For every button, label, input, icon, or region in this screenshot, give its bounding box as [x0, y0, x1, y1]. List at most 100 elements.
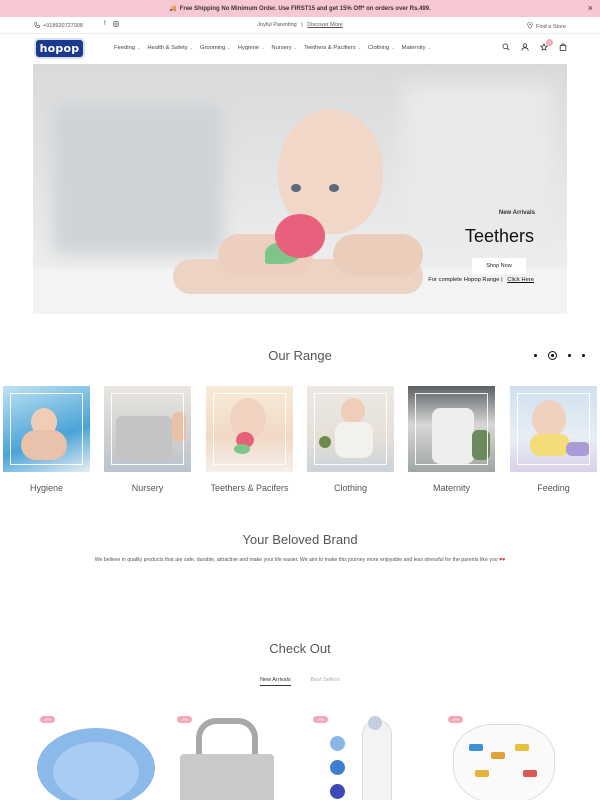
nav-feeding[interactable]: Feeding ⌄: [114, 45, 140, 51]
range-carousel: Hygiene Nursery Teethers & Pacifers Clot…: [3, 386, 600, 496]
chevron-down-icon: ⌄: [427, 45, 431, 50]
product-image-detail: [523, 770, 537, 777]
range-card-clothing[interactable]: Clothing: [307, 386, 394, 493]
location-pin-icon: [527, 21, 533, 31]
baby-eye: [291, 184, 301, 192]
hero-background-shape: [53, 104, 223, 254]
teether-image: [275, 214, 325, 258]
range-card-maternity[interactable]: Maternity: [408, 386, 495, 493]
main-header: hopop Feeding ⌄ Health & Safety ⌄ Grooming…: [0, 35, 600, 63]
range-label: Hygiene: [29, 483, 64, 493]
chevron-down-icon: ⌄: [357, 45, 361, 50]
image-frame: [111, 393, 184, 465]
nav-label: Nursery: [271, 45, 292, 51]
image-frame: [213, 393, 286, 465]
header-icons: 0: [502, 39, 567, 53]
hero-kicker: New Arrivals: [498, 210, 535, 216]
product-image-detail: [330, 784, 345, 799]
discount-badge: -9%: [448, 716, 463, 723]
teethers-image: [206, 386, 293, 472]
find-store-link[interactable]: Find a Store: [527, 21, 566, 31]
tagline: Joyful Parenting: [257, 22, 297, 28]
hygiene-image: [3, 386, 90, 472]
range-label: Clothing: [333, 483, 368, 493]
chevron-down-icon: ⌄: [261, 45, 265, 50]
range-card-feeding[interactable]: Feeding: [510, 386, 597, 493]
divider: |: [301, 22, 303, 28]
nav-label: Teethers & Pacifiers: [304, 45, 356, 51]
our-range-title: Our Range: [268, 348, 332, 363]
product-card[interactable]: -9%: [33, 714, 159, 800]
nursery-image: [104, 386, 191, 472]
divider: |: [501, 277, 503, 283]
range-label: Feeding: [537, 483, 570, 493]
chevron-down-icon: ⌄: [189, 45, 193, 50]
discount-badge: -9%: [177, 716, 192, 723]
nav-label: Grooming: [199, 45, 226, 51]
product-image: [180, 754, 274, 800]
image-frame: [314, 393, 387, 465]
nav-label: Maternity: [401, 45, 426, 51]
product-card[interactable]: -9%: [441, 714, 567, 800]
nav-label: Hygiene: [237, 45, 260, 51]
product-image-detail: [475, 770, 489, 777]
product-image-detail: [469, 744, 483, 751]
hero-range-line: For complete Hopop Range | Click Here: [428, 277, 534, 283]
product-image-detail: [53, 742, 139, 800]
product-image-detail: [491, 752, 505, 759]
carousel-dot[interactable]: [534, 354, 537, 357]
nav-hygiene[interactable]: Hygiene ⌄: [238, 45, 265, 51]
nav-teethers-pacifiers[interactable]: Teethers & Pacifiers ⌄: [304, 45, 361, 51]
nav-health-safety[interactable]: Health & Safety ⌄: [147, 45, 193, 51]
clothing-image: [307, 386, 394, 472]
brand-title: Your Beloved Brand: [242, 532, 358, 547]
product-card[interactable]: -9%: [170, 714, 296, 800]
product-card[interactable]: -9%: [306, 714, 432, 800]
image-frame: [415, 393, 488, 465]
carousel-dot[interactable]: [568, 354, 571, 357]
hero-banner[interactable]: New Arrivals Teethers Shop Now For compl…: [33, 64, 567, 314]
image-frame: [517, 393, 590, 465]
nav-clothing[interactable]: Clothing ⌄: [368, 45, 395, 51]
range-card-hygiene[interactable]: Hygiene: [3, 386, 90, 493]
hopop-logo[interactable]: hopop: [34, 38, 85, 59]
discover-more-link[interactable]: Discover More: [307, 22, 342, 28]
tab-new-arrivals[interactable]: New Arrivals: [260, 677, 291, 686]
range-label: Maternity: [432, 483, 470, 493]
carousel-dot-active[interactable]: [548, 351, 557, 360]
product-image-detail: [330, 736, 345, 751]
search-icon[interactable]: [502, 43, 510, 53]
hero-title: Teethers: [464, 226, 534, 246]
range-label: Nursery: [131, 483, 164, 493]
brand-description: We believe in quality products that are …: [0, 557, 600, 563]
close-icon[interactable]: ×: [588, 3, 593, 13]
tab-best-sellers[interactable]: Best Sellers: [311, 677, 340, 686]
nav-grooming[interactable]: Grooming ⌄: [200, 45, 231, 51]
truck-icon: 🚚: [169, 6, 177, 12]
carousel-dots: [534, 351, 585, 360]
find-store-label: Find a Store: [536, 23, 566, 30]
wishlist-count-badge: 0: [546, 39, 553, 46]
account-icon[interactable]: [521, 43, 529, 53]
shop-now-button[interactable]: Shop Now: [472, 258, 526, 274]
wishlist-icon[interactable]: 0: [539, 39, 553, 53]
cart-icon[interactable]: [559, 43, 567, 53]
carousel-dot[interactable]: [582, 354, 585, 357]
range-label: Teethers & Pacifers: [210, 483, 289, 493]
click-here-link[interactable]: Click Here: [507, 277, 534, 283]
nav-maternity[interactable]: Maternity ⌄: [402, 45, 431, 51]
nav-label: Clothing: [367, 45, 390, 51]
image-frame: [10, 393, 83, 465]
chevron-down-icon: ⌄: [293, 45, 298, 50]
heart-icon: ♥♥: [499, 557, 506, 563]
discount-badge: -9%: [313, 716, 328, 723]
brand-text: We believe in quality products that are …: [94, 557, 498, 563]
range-card-teethers[interactable]: Teethers & Pacifers: [206, 386, 293, 493]
main-nav: Feeding ⌄ Health & Safety ⌄ Grooming ⌄ Hygi…: [114, 45, 431, 51]
check-out-title: Check Out: [269, 641, 331, 656]
range-text: For complete Hopop Range: [428, 277, 500, 283]
announcement-bar: 🚚 Free Shipping No Minimum Order. Use FI…: [0, 0, 600, 17]
range-card-nursery[interactable]: Nursery: [104, 386, 191, 493]
product-image-detail: [368, 716, 382, 730]
nav-nursery[interactable]: Nursery ⌄: [271, 45, 297, 51]
